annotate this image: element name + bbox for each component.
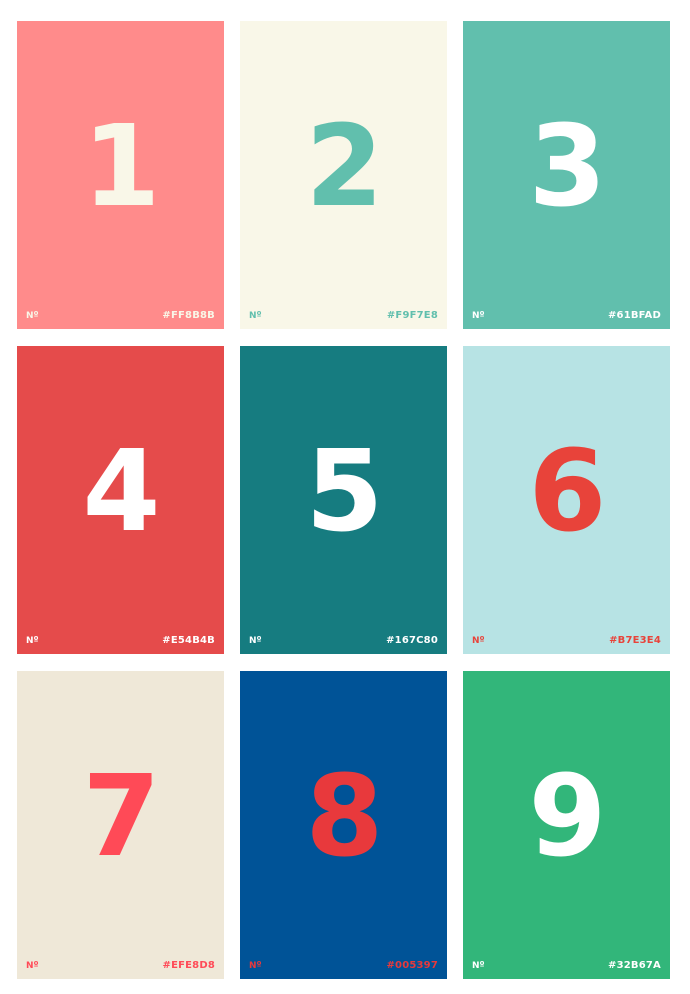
color-card-9[interactable]: 9 Nº #32B67A — [463, 671, 670, 979]
hex-code-label: #61BFAD — [607, 310, 661, 321]
card-numeral: 3 — [528, 102, 607, 232]
card-numeral: 4 — [82, 427, 161, 557]
color-card-5[interactable]: 5 Nº #167C80 — [240, 346, 447, 654]
color-card-grid: 1 Nº #FF8B8B 2 Nº #F9F7E8 3 Nº #61BFAD 4… — [17, 21, 670, 979]
card-numeral: 5 — [305, 427, 384, 557]
card-numeral: 1 — [82, 102, 161, 232]
number-prefix-label: Nº — [26, 636, 39, 646]
hex-code-label: #32B67A — [608, 960, 661, 971]
color-card-3[interactable]: 3 Nº #61BFAD — [463, 21, 670, 329]
color-card-6[interactable]: 6 Nº #B7E3E4 — [463, 346, 670, 654]
hex-code-label: #FF8B8B — [162, 310, 215, 321]
color-card-1[interactable]: 1 Nº #FF8B8B — [17, 21, 224, 329]
card-numeral: 2 — [305, 102, 384, 232]
hex-code-label: #F9F7E8 — [386, 310, 438, 321]
color-card-7[interactable]: 7 Nº #EFE8D8 — [17, 671, 224, 979]
number-prefix-label: Nº — [26, 961, 39, 971]
number-prefix-label: Nº — [472, 961, 485, 971]
hex-code-label: #005397 — [386, 960, 438, 971]
color-card-4[interactable]: 4 Nº #E54B4B — [17, 346, 224, 654]
card-numeral: 8 — [305, 752, 384, 882]
number-prefix-label: Nº — [249, 636, 262, 646]
hex-code-label: #EFE8D8 — [162, 960, 215, 971]
hex-code-label: #167C80 — [386, 635, 438, 646]
card-numeral: 7 — [82, 752, 161, 882]
number-prefix-label: Nº — [472, 311, 485, 321]
number-prefix-label: Nº — [26, 311, 39, 321]
card-numeral: 9 — [528, 752, 607, 882]
color-card-8[interactable]: 8 Nº #005397 — [240, 671, 447, 979]
hex-code-label: #B7E3E4 — [609, 635, 661, 646]
number-prefix-label: Nº — [249, 961, 262, 971]
hex-code-label: #E54B4B — [162, 635, 215, 646]
card-numeral: 6 — [528, 427, 607, 557]
number-prefix-label: Nº — [249, 311, 262, 321]
number-prefix-label: Nº — [472, 636, 485, 646]
color-card-2[interactable]: 2 Nº #F9F7E8 — [240, 21, 447, 329]
